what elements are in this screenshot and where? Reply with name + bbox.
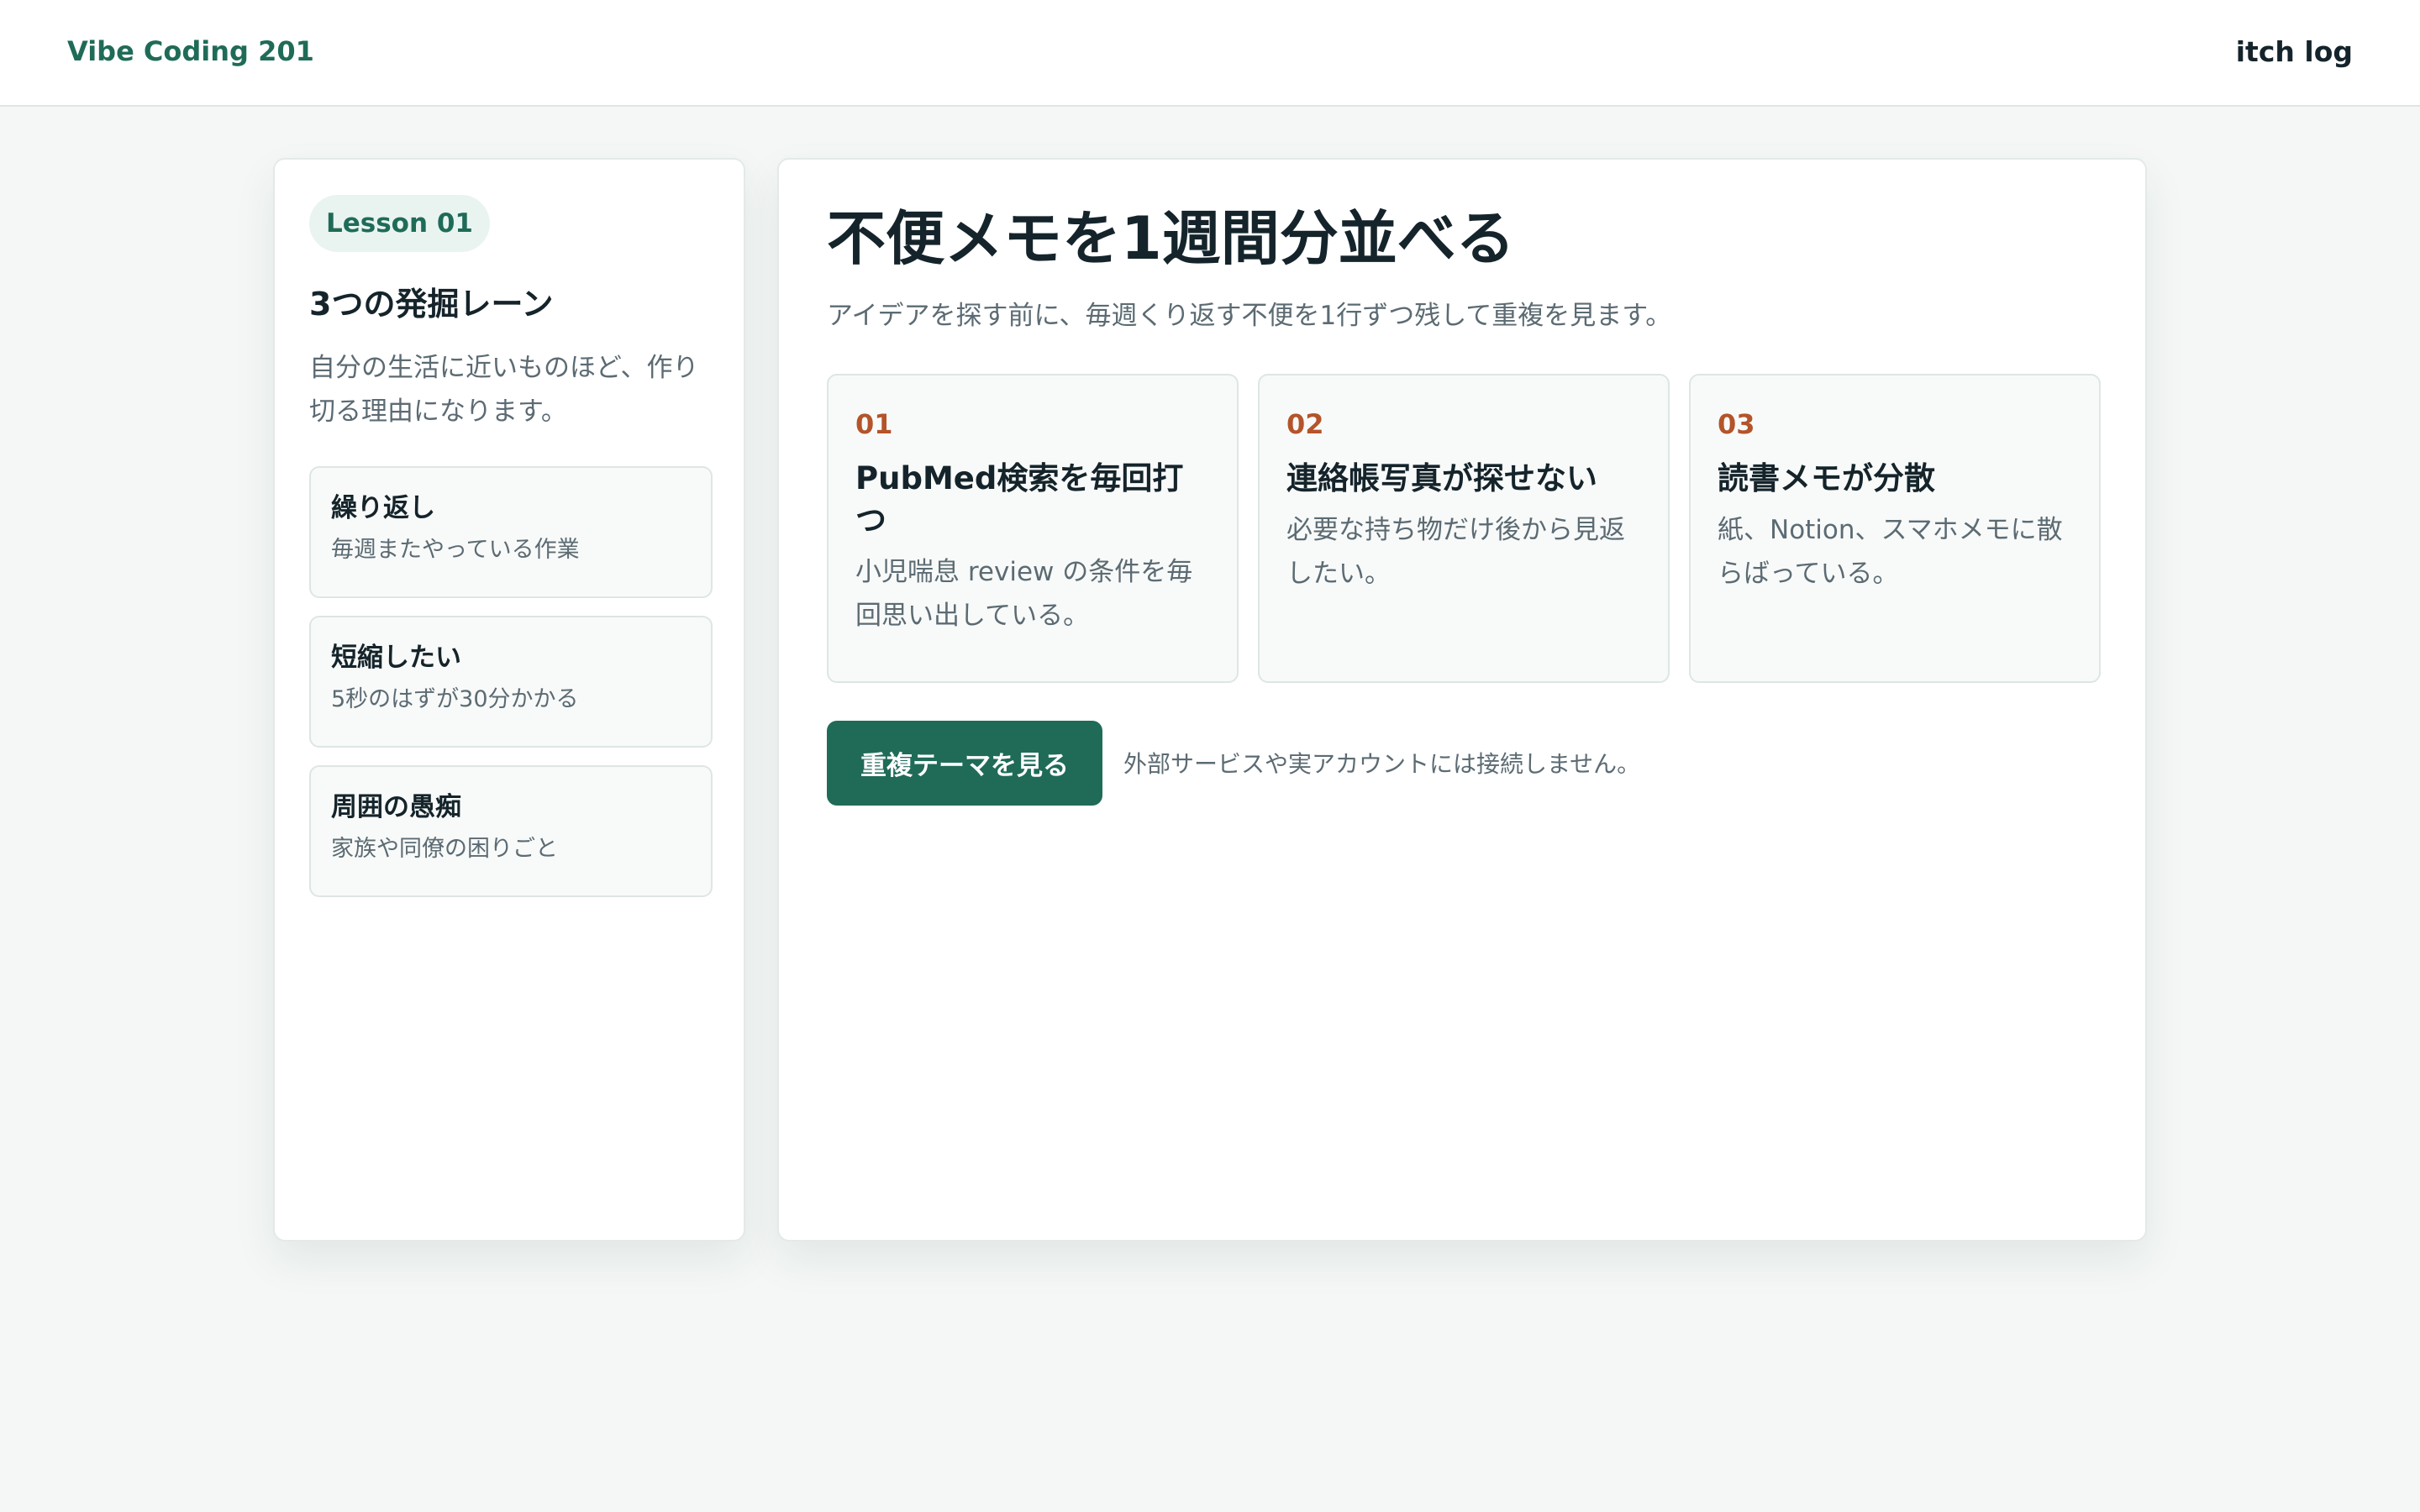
main-panel: 不便メモを1週間分並べる アイデアを探す前に、毎週くり返す不便を1行ずつ残して重… [777,158,2147,1242]
note-number: 02 [1286,408,1324,440]
lane-title: 周囲の愚痴 [331,792,461,822]
note-card: 03 読書メモが分散 紙、Notion、スマホメモに散らばっている。 [1689,374,2101,683]
note-title: 連絡帳写真が探せない [1286,460,1597,496]
lane-card-complaints[interactable]: 周囲の愚痴 家族や同僚の困りごと [309,765,713,897]
lesson-badge: Lesson 01 [309,195,490,252]
note-card: 02 連絡帳写真が探せない 必要な持ち物だけ後から見返したい。 [1258,374,1670,683]
brand-name[interactable]: Vibe Coding 201 [67,35,314,67]
view-duplicate-themes-button[interactable]: 重複テーマを見る [827,721,1102,806]
sidebar-description: 自分の生活に近いものほど、作り切る理由になります。 [309,353,699,427]
action-note: 外部サービスや実アカウントには接続しません。 [1123,750,1641,778]
top-bar: Vibe Coding 201 itch log [0,0,2420,107]
note-title: PubMed検索を毎回打つ [855,460,1184,538]
note-body: 必要な持ち物だけ後から見返したい。 [1286,515,1625,589]
note-number: 01 [855,408,893,440]
lane-title: 短縮したい [331,643,461,673]
lane-subtitle: 5秒のはずが30分かかる [331,686,579,712]
lane-subtitle: 家族や同僚の困りごと [331,836,558,862]
page-title: 不便メモを1週間分並べる [827,204,1515,273]
lane-subtitle: 毎週またやっている作業 [331,537,580,563]
sidebar-title: 3つの発掘レーン [309,286,554,323]
note-number: 03 [1718,408,1755,440]
page-subtitle: アイデアを探す前に、毎週くり返す不便を1行ずつ残して重複を見ます。 [827,301,1672,331]
itch-log-link[interactable]: itch log [2236,35,2353,68]
lesson-sidebar: Lesson 01 3つの発掘レーン 自分の生活に近いものほど、作り切る理由にな… [273,158,745,1242]
lane-title: 繰り返し [331,493,435,523]
lane-card-repeat[interactable]: 繰り返し 毎週またやっている作業 [309,466,713,598]
note-card: 01 PubMed検索を毎回打つ 小児喘息 review の条件を毎回思い出して… [827,374,1239,683]
note-body: 紙、Notion、スマホメモに散らばっている。 [1718,515,2063,589]
note-title: 読書メモが分散 [1718,460,1935,496]
note-body: 小児喘息 review の条件を毎回思い出している。 [855,557,1193,631]
lane-card-shorten[interactable]: 短縮したい 5秒のはずが30分かかる [309,616,713,748]
